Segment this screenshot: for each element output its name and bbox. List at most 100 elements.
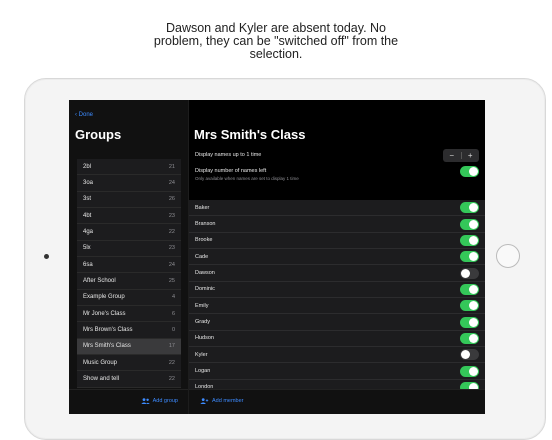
member-row: Logan (189, 363, 485, 380)
camera-icon (44, 254, 49, 259)
app-screen: ‹ Done Groups 2bl 21 3oa 24 3st 26 4bt 23 4ga 22 5… (69, 100, 485, 414)
stepper-minus-button[interactable]: − (443, 149, 461, 162)
member-row: Emily (189, 298, 485, 315)
group-row[interactable]: 6sa 24 (77, 257, 181, 274)
member-name: Kyler (195, 351, 208, 358)
group-row[interactable]: Show and tell 22 (77, 371, 181, 388)
member-list-viewport: Baker Branson Brooke Cade Dawson Dominic Emily… (189, 200, 485, 390)
group-name: 4bt (83, 212, 92, 219)
main-footer: Add member (189, 389, 485, 414)
member-row: Branson (189, 216, 485, 233)
display-left-sublabel: Only available when names are set to dis… (195, 176, 299, 181)
group-row[interactable]: Mrs Brown's Class 0 (77, 322, 181, 339)
group-row[interactable]: Music Group 22 (77, 355, 181, 372)
member-name: Branson (195, 221, 216, 228)
member-name: Grady (195, 319, 210, 326)
group-row[interactable]: 2bl 21 (77, 159, 181, 176)
group-name: 5lx (83, 245, 91, 252)
group-row[interactable]: Example Group 4 (77, 289, 181, 307)
add-member-button[interactable]: Add member (200, 398, 244, 404)
caption: Dawson and Kyler are absent today. No pr… (0, 22, 552, 61)
member-name: Brooke (195, 237, 213, 244)
group-name: After School (83, 278, 116, 285)
member-toggle[interactable] (460, 218, 479, 230)
add-person-icon (200, 398, 209, 404)
group-row[interactable]: 3st 26 (77, 191, 181, 209)
group-row[interactable]: 5lx 23 (77, 240, 181, 258)
group-count: 23 (168, 245, 175, 252)
group-count: 24 (168, 180, 175, 187)
group-row[interactable]: 3oa 24 (77, 175, 181, 192)
member-name: Hudson (195, 335, 214, 342)
display-names-label: Display names up to 1 time (195, 152, 262, 158)
group-count: 22 (168, 229, 175, 236)
member-toggle[interactable] (460, 316, 479, 328)
add-group-button[interactable]: Add group (140, 398, 178, 404)
display-left-toggle[interactable] (460, 166, 479, 177)
member-toggle[interactable] (460, 267, 479, 279)
member-row: Brooke (189, 232, 485, 250)
display-count-stepper[interactable]: − + (443, 149, 479, 162)
class-detail: Mrs Smith's Class Display names up to 1 … (189, 100, 485, 414)
member-row: Baker (189, 200, 485, 217)
member-row: Hudson (189, 330, 485, 348)
caption-line-3: selection. (249, 47, 303, 61)
group-count: 21 (168, 163, 175, 170)
group-count: 25 (168, 278, 175, 285)
group-name: Mrs Brown's Class (83, 327, 133, 334)
group-row[interactable]: 4bt 23 (77, 208, 181, 225)
display-left-label: Display number of names left (195, 168, 267, 174)
group-name: Mr Jone's Class (83, 310, 126, 317)
groups-sidebar: ‹ Done Groups 2bl 21 3oa 24 3st 26 4bt 23 4ga 22 5… (69, 100, 189, 414)
class-title: Mrs Smith's Class (194, 127, 306, 142)
add-member-label: Add member (212, 398, 244, 404)
member-row: Kyler (189, 347, 485, 364)
group-count: 0 (171, 327, 175, 334)
member-name: Baker (195, 204, 210, 211)
member-toggle[interactable] (460, 332, 479, 344)
group-count: 17 (168, 343, 175, 350)
group-name: 3oa (83, 180, 94, 187)
member-toggle[interactable] (460, 283, 479, 295)
member-list: Baker Branson Brooke Cade Dawson Dominic Emily… (189, 200, 485, 390)
group-row[interactable]: Mr Jone's Class 6 (77, 306, 181, 323)
group-count: 24 (168, 261, 175, 268)
group-name: 6sa (83, 261, 93, 268)
group-count: 6 (171, 310, 175, 317)
sidebar-footer: Add group (69, 389, 188, 414)
member-name: Cade (195, 253, 209, 260)
add-group-label: Add group (152, 398, 178, 404)
group-count: 23 (168, 212, 175, 219)
member-name: Dominic (195, 286, 215, 293)
member-name: Emily (195, 302, 209, 309)
member-row: Dawson (189, 265, 485, 282)
group-count: 4 (171, 294, 175, 301)
home-button[interactable] (496, 244, 520, 268)
member-row: Dominic (189, 281, 485, 299)
group-list: 2bl 21 3oa 24 3st 26 4bt 23 4ga 22 5lx 23 6sa 24 After… (77, 159, 181, 388)
member-toggle[interactable] (460, 251, 479, 263)
group-row[interactable]: Mrs Smith's Class 17 (77, 338, 181, 356)
group-count: 22 (168, 359, 175, 366)
group-name: Mrs Smith's Class (83, 343, 131, 350)
group-name: Show and tell (83, 376, 120, 383)
group-name: 4ga (83, 229, 94, 236)
group-name: 3st (83, 196, 92, 203)
stepper-plus-button[interactable]: + (462, 149, 480, 162)
done-button[interactable]: ‹ Done (75, 112, 93, 118)
group-count: 22 (168, 376, 175, 383)
member-toggle[interactable] (460, 300, 479, 312)
member-toggle[interactable] (460, 349, 479, 361)
groups-title: Groups (75, 127, 122, 142)
group-name: 2bl (83, 163, 92, 170)
done-label: Done (78, 112, 94, 118)
member-toggle[interactable] (460, 365, 479, 377)
member-toggle[interactable] (460, 202, 479, 214)
group-row[interactable]: After School 25 (77, 273, 181, 290)
member-row: Grady (189, 314, 485, 331)
group-count: 26 (168, 196, 175, 203)
group-row[interactable]: 4ga 22 (77, 224, 181, 241)
member-toggle[interactable] (460, 234, 479, 246)
group-name: Music Group (83, 359, 118, 366)
member-name: Dawson (195, 270, 215, 277)
